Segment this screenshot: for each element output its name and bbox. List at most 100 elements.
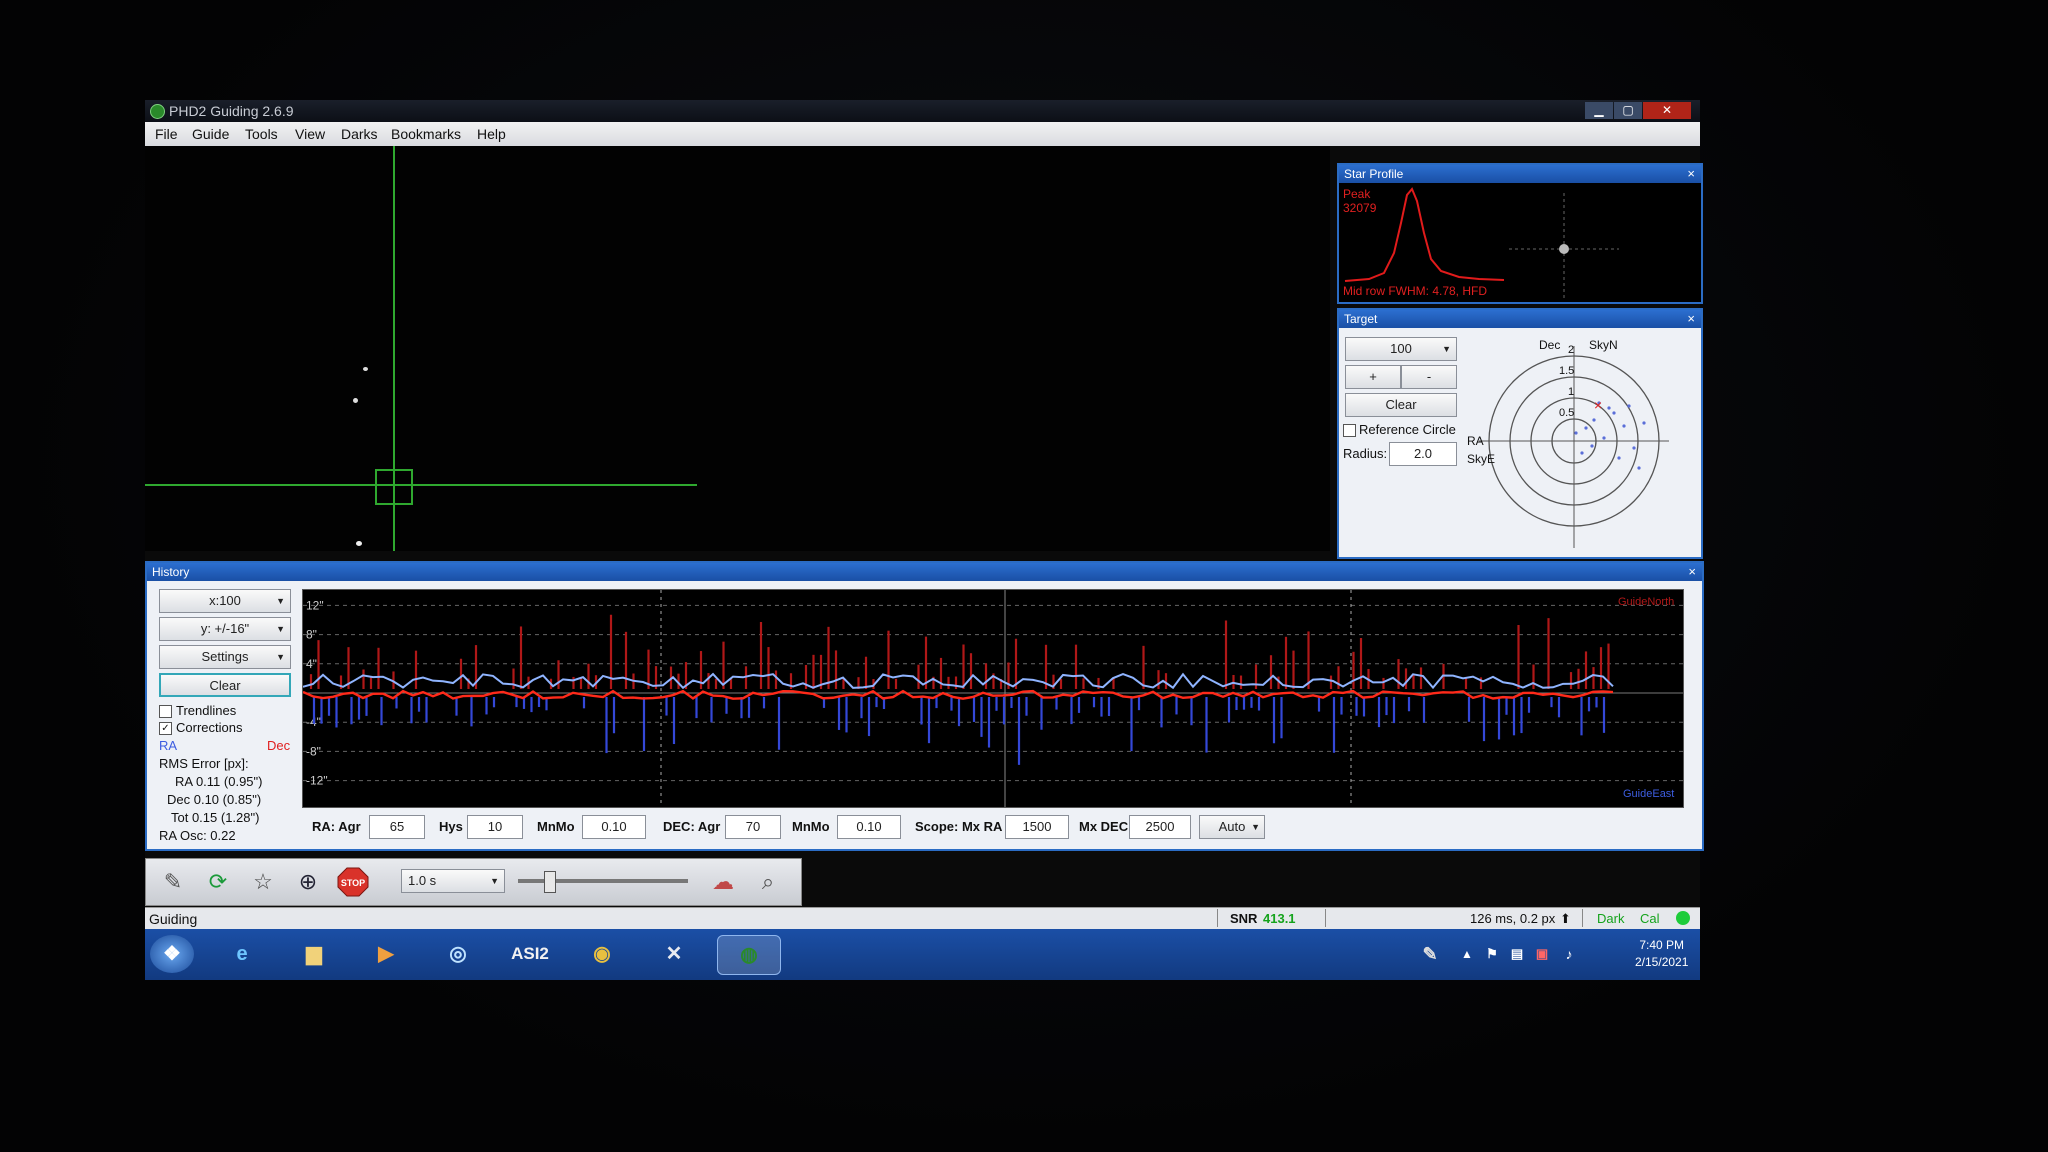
menu-help[interactable]: Help bbox=[477, 126, 506, 142]
history-caption: History × bbox=[147, 563, 1702, 581]
history-settings-label: Settings bbox=[201, 649, 249, 664]
phd2-window: PHD2 Guiding 2.6.9 ▁ ▢ ✕ File Guide Tool… bbox=[145, 100, 1704, 980]
radius-input[interactable]: 2.0 bbox=[1389, 442, 1457, 466]
target-zoom-select[interactable]: 100 ▼ bbox=[1345, 337, 1457, 361]
menu-bar: File Guide Tools View Darks Bookmarks He… bbox=[145, 122, 1700, 146]
target-panel: Target × 100 ▼ + - Clear Reference Circl… bbox=[1337, 308, 1703, 559]
brain-icon[interactable]: ☁ bbox=[706, 866, 740, 898]
taskbar-clock[interactable]: 7:40 PM 2/15/2021 bbox=[1635, 937, 1688, 971]
mx-dec-input[interactable]: 2500 bbox=[1129, 815, 1191, 839]
start-button-icon[interactable]: ❖ bbox=[150, 935, 194, 973]
stop-button[interactable]: STOP bbox=[336, 866, 370, 898]
target-ring-label: 0.5 bbox=[1559, 407, 1575, 419]
snr-label: SNR bbox=[1230, 911, 1258, 926]
menu-bookmarks[interactable]: Bookmarks bbox=[391, 126, 461, 142]
maximize-button[interactable]: ▢ bbox=[1614, 102, 1642, 119]
y-scale-select[interactable]: y: +/-16" ▼ bbox=[159, 617, 291, 641]
mnmo-ra-input[interactable]: 0.10 bbox=[582, 815, 646, 839]
up-arrow-icon: ⬆ bbox=[1560, 911, 1571, 926]
target-point bbox=[1574, 431, 1578, 435]
camera-icon[interactable]: ⌕ bbox=[751, 866, 785, 898]
zoom-in-button[interactable]: + bbox=[1345, 365, 1401, 389]
network-icon[interactable]: ▤ bbox=[1507, 935, 1527, 973]
gamma-slider-thumb[interactable] bbox=[543, 871, 556, 893]
close-window-button[interactable]: ✕ bbox=[1643, 102, 1691, 119]
internet-explorer-icon[interactable]: e bbox=[218, 935, 266, 973]
ra-trace bbox=[302, 672, 1614, 690]
menu-guide[interactable]: Guide bbox=[192, 126, 229, 142]
status-divider bbox=[1217, 909, 1218, 927]
dec-mode-select[interactable]: Auto ▼ bbox=[1199, 815, 1265, 839]
target-axis-dec: Dec bbox=[1539, 338, 1561, 352]
history-graph[interactable]: 12"8"4"-4"-8"-12" GuideNorth GuideEast bbox=[302, 589, 1684, 808]
hys-input[interactable]: 10 bbox=[467, 815, 523, 839]
star bbox=[353, 398, 358, 403]
app-icon-clock[interactable]: ◎ bbox=[434, 935, 482, 973]
ra-osc: RA Osc: 0.22 bbox=[159, 828, 236, 843]
star-profile-close-button[interactable]: × bbox=[1687, 166, 1695, 181]
pencil-icon[interactable]: ✎ bbox=[156, 866, 190, 898]
guide-target-icon[interactable]: ⊕ bbox=[291, 866, 325, 898]
target-axis-ra: RA bbox=[1467, 434, 1484, 448]
chevron-down-icon: ▼ bbox=[1251, 822, 1260, 832]
star-select-icon[interactable]: ☆ bbox=[246, 866, 280, 898]
star-profile-caption: Star Profile × bbox=[1339, 165, 1701, 183]
crosshair-horizontal bbox=[145, 484, 697, 486]
dec-agr-input[interactable]: 70 bbox=[725, 815, 781, 839]
radius-value: 2.0 bbox=[1413, 446, 1433, 461]
mnmo-ra-label: MnMo bbox=[537, 819, 575, 834]
status-divider bbox=[1325, 909, 1326, 927]
trendlines-checkbox[interactable] bbox=[159, 705, 172, 718]
corrections-checkbox[interactable]: ✓ bbox=[159, 722, 172, 735]
ra-agr-input[interactable]: 65 bbox=[369, 815, 425, 839]
pen-icon[interactable]: ✎ bbox=[1410, 935, 1450, 973]
target-point bbox=[1612, 411, 1616, 415]
minimize-button[interactable]: ▁ bbox=[1585, 102, 1613, 119]
peak-value: 32079 bbox=[1343, 201, 1377, 215]
target-point bbox=[1590, 444, 1594, 448]
phd2-taskbar-icon[interactable]: ◍ bbox=[717, 935, 781, 975]
history-settings-select[interactable]: Settings ▼ bbox=[159, 645, 291, 669]
star bbox=[356, 541, 362, 546]
astro-app-icon[interactable]: ✕ bbox=[650, 935, 698, 973]
target-current-point: × bbox=[1594, 397, 1602, 413]
ra-agr-value: 65 bbox=[389, 819, 405, 834]
status-bar: Guiding SNR 413.1 126 ms, 0.2 px ⬆ Dark … bbox=[145, 907, 1700, 930]
cal-indicator: Cal bbox=[1640, 911, 1660, 926]
tray-arrow-icon[interactable]: ▲ bbox=[1457, 935, 1477, 973]
y-tick-label: 8" bbox=[306, 628, 317, 642]
target-close-button[interactable]: × bbox=[1687, 311, 1695, 326]
history-clear-button[interactable]: Clear bbox=[159, 673, 291, 697]
guide-north-label: GuideNorth bbox=[1618, 596, 1675, 608]
snr-value: 413.1 bbox=[1263, 911, 1296, 926]
target-point bbox=[1584, 426, 1588, 430]
chevron-down-icon: ▼ bbox=[276, 624, 285, 634]
rms-dec: Dec 0.10 (0.85") bbox=[167, 792, 262, 807]
flag-icon[interactable]: ⚑ bbox=[1482, 935, 1502, 973]
history-panel: History × x:100 ▼ y: +/-16" ▼ Settings ▼… bbox=[145, 561, 1704, 851]
menu-view[interactable]: View bbox=[295, 126, 325, 142]
guide-camera-view[interactable] bbox=[145, 146, 1330, 551]
menu-file[interactable]: File bbox=[155, 126, 178, 142]
reference-circle-checkbox[interactable] bbox=[1343, 424, 1356, 437]
history-close-button[interactable]: × bbox=[1688, 564, 1696, 579]
frame-timing: 126 ms, 0.2 px bbox=[1470, 911, 1556, 926]
exposure-select[interactable]: 1.0 s ▼ bbox=[401, 869, 505, 893]
menu-darks[interactable]: Darks bbox=[341, 126, 378, 142]
volume-icon[interactable]: ♪ bbox=[1557, 935, 1581, 973]
media-player-icon[interactable]: ▶ bbox=[362, 935, 410, 973]
x-scale-select[interactable]: x:100 ▼ bbox=[159, 589, 291, 613]
zoom-out-button[interactable]: - bbox=[1401, 365, 1457, 389]
mnmo-dec-input[interactable]: 0.10 bbox=[837, 815, 901, 839]
mx-ra-input[interactable]: 1500 bbox=[1005, 815, 1069, 839]
battery-icon[interactable]: ▣ bbox=[1532, 935, 1552, 973]
menu-tools[interactable]: Tools bbox=[245, 126, 278, 142]
target-clear-button[interactable]: Clear bbox=[1345, 393, 1457, 417]
folder-icon[interactable]: ▆ bbox=[290, 935, 338, 973]
loop-icon[interactable]: ⟳ bbox=[201, 866, 235, 898]
chrome-icon[interactable]: ◉ bbox=[578, 935, 626, 973]
asicap-icon[interactable]: ASI2 bbox=[506, 935, 554, 973]
target-point bbox=[1622, 424, 1626, 428]
target-ring-label: 1.5 bbox=[1559, 365, 1575, 377]
star-profile-panel: Star Profile × Peak 32079 Mid row FWHM: … bbox=[1337, 163, 1703, 304]
